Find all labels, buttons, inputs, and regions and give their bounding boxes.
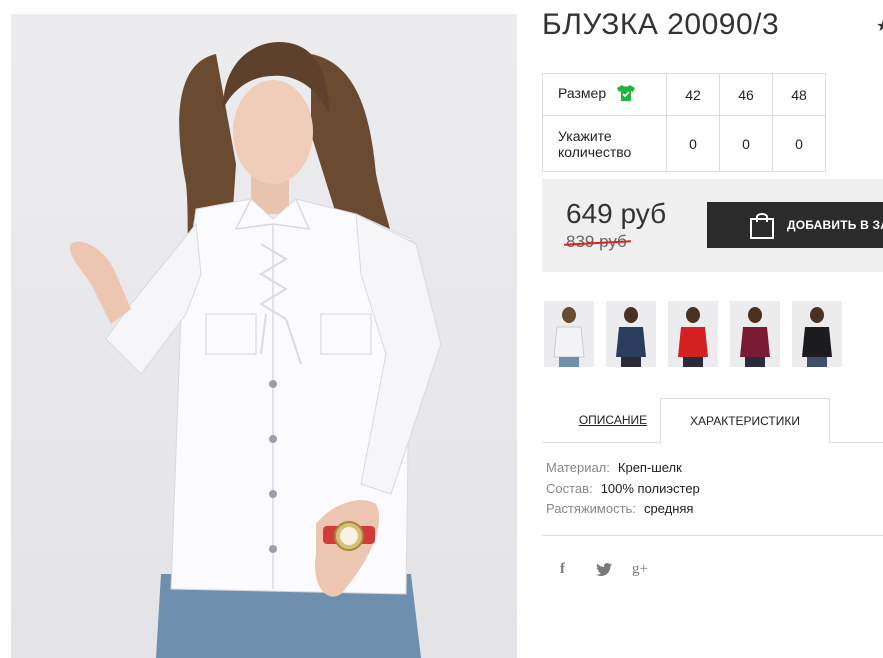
size-quantity-table: Размер 42 46 48 Укажите количество 0 0 0	[542, 73, 826, 172]
quantity-input-42[interactable]: 0	[666, 115, 720, 172]
characteristic-value: 100% полиэстер	[600, 480, 700, 496]
thumbnail-red[interactable]	[668, 301, 718, 367]
quantity-input-48[interactable]: 0	[772, 115, 826, 172]
characteristics-list: Материал: Креп-шелк Состав: 100% полиэстер…	[546, 460, 700, 522]
quantity-input-46[interactable]: 0	[719, 115, 773, 172]
divider	[542, 535, 883, 536]
model-illustration	[70, 42, 442, 658]
characteristic-key: Растяжимость:	[546, 501, 636, 516]
add-to-cart-label: ДОБАВИТЬ В ЗА	[787, 218, 883, 232]
quantity-row: Укажите количество 0 0 0	[542, 115, 826, 172]
quantity-label-cell: Укажите количество	[542, 115, 667, 172]
favorite-star-icon[interactable]: ★	[876, 16, 883, 36]
thumbnail-black[interactable]	[792, 301, 842, 367]
current-price: 649 руб	[566, 198, 667, 229]
shirt-icon[interactable]	[616, 84, 636, 105]
characteristic-value: средняя	[643, 501, 694, 516]
size-option-42[interactable]: 42	[666, 73, 720, 116]
price-block: 649 руб 839 руб ДОБАВИТЬ В ЗА	[542, 179, 883, 272]
tab-characteristics[interactable]: ХАРАКТЕРИСТИКИ	[660, 398, 830, 444]
size-option-48[interactable]: 48	[772, 73, 826, 116]
characteristic-key: Материал:	[546, 460, 610, 475]
thumbnail-burgundy[interactable]	[730, 301, 780, 367]
thumbnail-navy[interactable]	[606, 301, 656, 367]
product-title: БЛУЗКА 20090/3	[542, 8, 780, 41]
google-plus-icon[interactable]: g+	[632, 561, 648, 578]
product-tabs: ОПИСАНИЕ ХАРАКТЕРИСТИКИ	[542, 398, 883, 444]
size-label-cell: Размер	[542, 73, 667, 116]
quantity-label-line2: количество	[558, 143, 632, 160]
thumbnail-white[interactable]	[544, 301, 594, 367]
shopping-bag-icon	[749, 211, 775, 244]
size-row: Размер 42 46 48	[542, 73, 826, 116]
characteristic-row: Состав: 100% полиэстер	[546, 481, 700, 502]
tab-description[interactable]: ОПИСАНИЕ	[558, 398, 668, 442]
size-option-46[interactable]: 46	[719, 73, 773, 116]
characteristic-key: Состав:	[546, 480, 593, 496]
facebook-icon[interactable]: f	[560, 561, 565, 578]
characteristic-row: Материал: Креп-шелк	[546, 460, 700, 481]
twitter-icon[interactable]	[596, 563, 612, 580]
characteristic-row: Растяжимость: средняя	[546, 501, 700, 522]
old-price: 839 руб	[563, 232, 631, 252]
main-product-image[interactable]	[11, 14, 517, 658]
quantity-label-line1: Укажите	[558, 127, 612, 144]
size-label: Размер	[558, 85, 607, 102]
characteristic-value: Креп-шелк	[617, 460, 682, 475]
add-to-cart-button[interactable]: ДОБАВИТЬ В ЗА	[707, 202, 883, 248]
